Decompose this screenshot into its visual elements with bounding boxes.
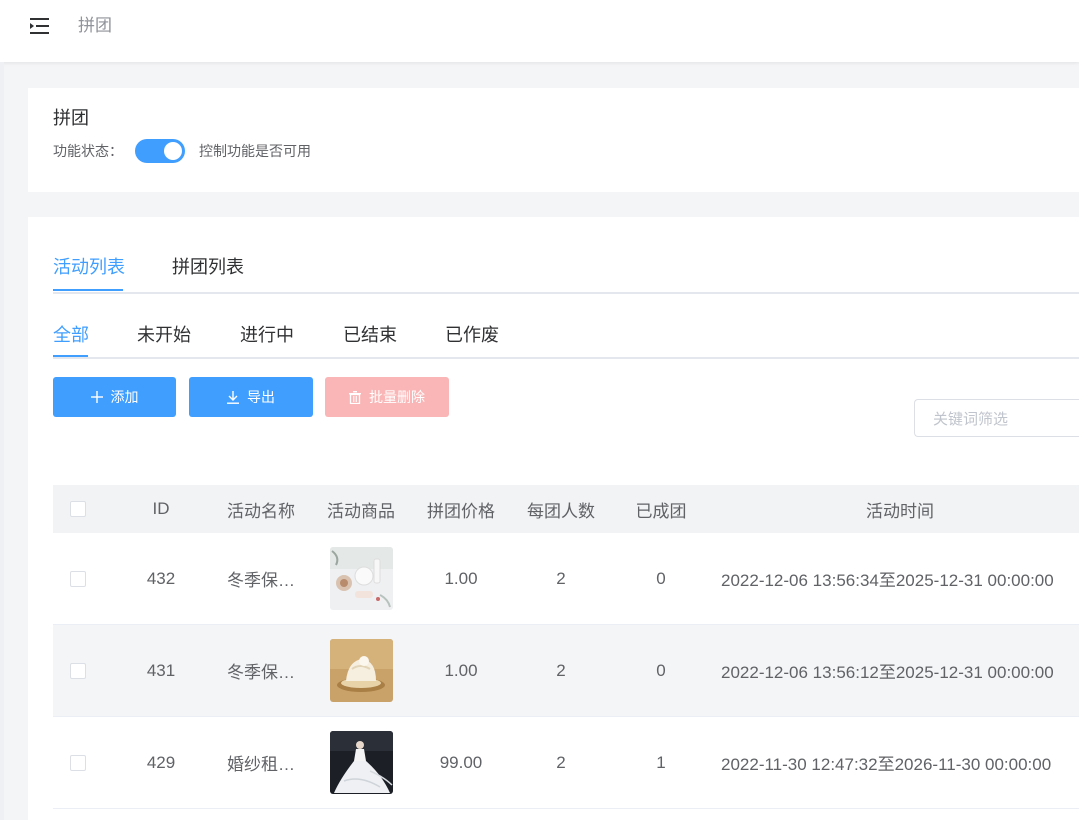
status-switch[interactable] — [135, 139, 185, 163]
table-row[interactable]: 431 冬季保… 1.00 2 0 2022-12-06 13:56:12至20… — [53, 625, 1079, 717]
batch-delete-label: 批量删除 — [369, 389, 425, 405]
column-header-group-size: 每团人数 — [527, 501, 595, 521]
product-thumbnail[interactable] — [329, 547, 393, 610]
batch-delete-button[interactable]: 批量删除 — [325, 377, 449, 417]
row-id: 431 — [146, 660, 176, 680]
row-id: 429 — [146, 752, 176, 772]
row-name: 婚纱租… — [227, 755, 295, 774]
subtab-not-started[interactable]: 未开始 — [137, 321, 191, 349]
status-description: 控制功能是否可用 — [199, 143, 311, 159]
function-title: 拼团 — [53, 108, 89, 128]
row-price: 99.00 — [439, 752, 483, 772]
row-groups-done: 0 — [656, 660, 666, 680]
function-card: 拼团 功能状态： 控制功能是否可用 — [28, 88, 1079, 192]
table-row[interactable]: 429 婚纱租… 99.00 2 1 2022-11-30 12:47:32至2… — [53, 717, 1079, 809]
row-select-cell — [53, 625, 103, 716]
row-price: 1.00 — [444, 660, 478, 680]
row-time: 2022-12-06 13:56:12至2025-12-31 00:00:00 — [721, 663, 1054, 682]
main-tabs: 活动列表 拼团列表 — [53, 253, 1079, 294]
subtab-active-indicator — [53, 355, 88, 357]
menu-fold-icon[interactable] — [30, 17, 50, 35]
export-button-label: 导出 — [247, 389, 275, 405]
top-header: 拼团 — [0, 0, 1079, 62]
row-name: 冬季保… — [227, 571, 295, 590]
row-product-cell — [311, 625, 411, 716]
switch-knob — [164, 142, 182, 160]
subtab-in-progress[interactable]: 进行中 — [240, 321, 294, 349]
subtab-voided[interactable]: 已作废 — [445, 321, 499, 349]
table-row[interactable]: 432 冬季保… 1.00 2 0 2022-12-06 13:56:34至20… — [53, 533, 1079, 625]
column-header-price: 拼团价格 — [427, 501, 495, 521]
activity-table: ID 活动名称 活动商品 拼团价格 每团人数 已成团 活动时间 432 冬季保… — [53, 485, 1079, 809]
tab-activity-list[interactable]: 活动列表 — [53, 253, 125, 281]
table-header: ID 活动名称 活动商品 拼团价格 每团人数 已成团 活动时间 — [53, 485, 1079, 533]
add-button-label: 添加 — [110, 389, 139, 405]
subtab-all[interactable]: 全部 — [53, 321, 89, 349]
export-button[interactable]: 导出 — [189, 377, 313, 417]
row-product-cell — [311, 717, 411, 808]
page-title: 拼团 — [78, 16, 112, 35]
row-group-size: 2 — [556, 752, 566, 772]
tab-active-indicator — [53, 289, 123, 291]
column-header-groups-done: 已成团 — [635, 501, 687, 521]
row-product-cell — [311, 533, 411, 624]
trash-icon — [349, 390, 361, 404]
product-thumbnail[interactable] — [329, 731, 393, 794]
function-status-row: 功能状态： 控制功能是否可用 — [53, 138, 311, 164]
column-header-product: 活动商品 — [327, 501, 395, 521]
row-time: 2022-12-06 13:56:34至2025-12-31 00:00:00 — [721, 571, 1054, 590]
row-time: 2022-11-30 12:47:32至2026-11-30 00:00:00 — [721, 755, 1052, 774]
keyword-search-input[interactable] — [915, 400, 1075, 438]
row-name: 冬季保… — [227, 663, 295, 682]
column-header-name: 活动名称 — [227, 501, 295, 521]
row-group-size: 2 — [556, 660, 566, 680]
row-groups-done: 1 — [656, 752, 666, 772]
add-button[interactable]: 添加 — [53, 377, 176, 417]
tab-group-list[interactable]: 拼团列表 — [172, 253, 244, 281]
keyword-search — [914, 399, 1079, 438]
column-header-id: ID — [152, 499, 170, 518]
plus-icon — [90, 391, 103, 403]
row-select-cell — [53, 533, 103, 624]
product-thumbnail[interactable] — [329, 639, 393, 702]
column-header-time: 活动时间 — [866, 501, 934, 521]
row-select-cell — [53, 717, 103, 808]
row-id: 432 — [146, 568, 176, 588]
select-all-checkbox[interactable] — [70, 501, 86, 517]
status-label: 功能状态： — [53, 143, 123, 159]
select-all-cell — [53, 485, 103, 533]
row-group-size: 2 — [556, 568, 566, 588]
subtab-ended[interactable]: 已结束 — [343, 321, 397, 349]
row-checkbox[interactable] — [70, 570, 86, 587]
activity-list-card: 活动列表 拼团列表 全部 未开始 进行中 已结束 已作废 添加 导出 批量删除 — [28, 217, 1079, 820]
row-checkbox[interactable] — [70, 754, 86, 771]
status-subtabs: 全部 未开始 进行中 已结束 已作废 — [53, 321, 1079, 359]
row-price: 1.00 — [444, 568, 478, 588]
download-icon — [227, 390, 239, 404]
row-groups-done: 0 — [656, 568, 666, 588]
row-checkbox[interactable] — [70, 662, 86, 679]
sidebar-edge — [0, 62, 4, 820]
